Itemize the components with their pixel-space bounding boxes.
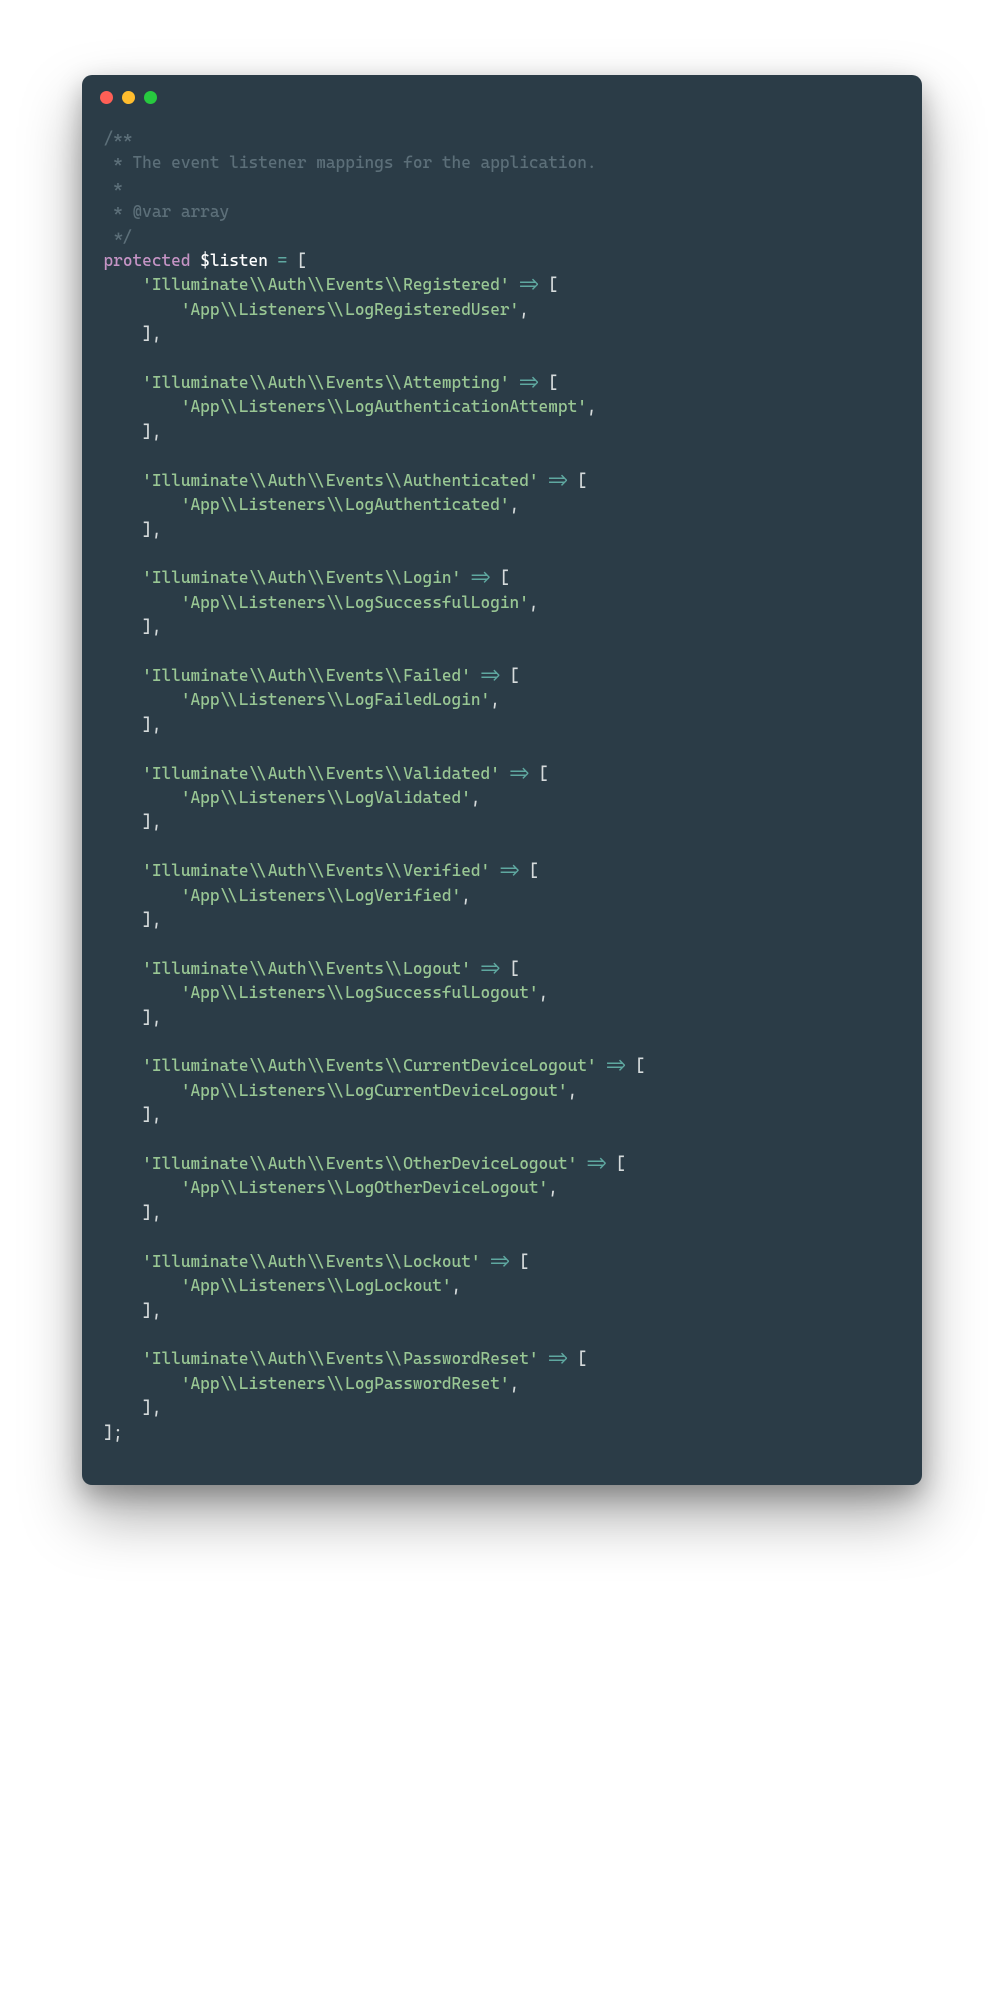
blank-line: [104, 932, 900, 956]
close-icon[interactable]: [100, 91, 113, 104]
code-line: ],: [104, 322, 900, 346]
code-line: 'App\\Listeners\\LogValidated',: [104, 786, 900, 810]
blank-line: [104, 737, 900, 761]
code-line: 'App\\Listeners\\LogCurrentDeviceLogout'…: [104, 1079, 900, 1103]
blank-line: [104, 1323, 900, 1347]
code-line: ],: [104, 908, 900, 932]
blank-line: [104, 1128, 900, 1152]
window-titlebar: [82, 75, 922, 119]
code-line: 'Illuminate\\Auth\\Events\\Authenticated…: [104, 469, 900, 493]
code-line: 'Illuminate\\Auth\\Events\\Failed' => [: [104, 664, 900, 688]
code-line: 'App\\Listeners\\LogLockout',: [104, 1274, 900, 1298]
comment-line: *: [104, 176, 900, 200]
code-line: 'App\\Listeners\\LogSuccessfulLogin',: [104, 591, 900, 615]
code-line: 'App\\Listeners\\LogSuccessfulLogout',: [104, 981, 900, 1005]
code-line: ],: [104, 1103, 900, 1127]
code-line: 'App\\Listeners\\LogRegisteredUser',: [104, 298, 900, 322]
blank-line: [104, 444, 900, 468]
blank-line: [104, 1225, 900, 1249]
code-line: 'App\\Listeners\\LogVerified',: [104, 884, 900, 908]
code-line: 'App\\Listeners\\LogOtherDeviceLogout',: [104, 1176, 900, 1200]
code-line: ],: [104, 1201, 900, 1225]
comment-line: * The event listener mappings for the ap…: [104, 151, 900, 175]
code-line: 'Illuminate\\Auth\\Events\\Login' => [: [104, 566, 900, 590]
code-line: 'Illuminate\\Auth\\Events\\CurrentDevice…: [104, 1054, 900, 1078]
blank-line: [104, 347, 900, 371]
comment-line: */: [104, 225, 900, 249]
code-line: ],: [104, 420, 900, 444]
code-line: ],: [104, 1299, 900, 1323]
code-window: /** * The event listener mappings for th…: [82, 75, 922, 1485]
code-line: 'App\\Listeners\\LogAuthenticationAttemp…: [104, 395, 900, 419]
code-block: /** * The event listener mappings for th…: [82, 119, 922, 1485]
zoom-icon[interactable]: [144, 91, 157, 104]
code-line: 'Illuminate\\Auth\\Events\\Verified' => …: [104, 859, 900, 883]
blank-line: [104, 835, 900, 859]
code-line: ];: [104, 1421, 900, 1445]
comment-line: * @var array: [104, 200, 900, 224]
comment-line: /**: [104, 127, 900, 151]
code-line: protected $listen = [: [104, 249, 900, 273]
code-line: 'Illuminate\\Auth\\Events\\Attempting' =…: [104, 371, 900, 395]
code-line: ],: [104, 810, 900, 834]
blank-line: [104, 1030, 900, 1054]
code-line: 'Illuminate\\Auth\\Events\\PasswordReset…: [104, 1347, 900, 1371]
code-line: 'Illuminate\\Auth\\Events\\Lockout' => [: [104, 1250, 900, 1274]
code-line: ],: [104, 615, 900, 639]
code-line: ],: [104, 713, 900, 737]
code-line: 'Illuminate\\Auth\\Events\\Logout' => [: [104, 957, 900, 981]
code-line: ],: [104, 1006, 900, 1030]
blank-line: [104, 542, 900, 566]
code-line: ],: [104, 518, 900, 542]
code-line: 'App\\Listeners\\LogAuthenticated',: [104, 493, 900, 517]
code-line: 'App\\Listeners\\LogFailedLogin',: [104, 688, 900, 712]
minimize-icon[interactable]: [122, 91, 135, 104]
code-line: ],: [104, 1396, 900, 1420]
blank-line: [104, 640, 900, 664]
code-line: 'Illuminate\\Auth\\Events\\Registered' =…: [104, 273, 900, 297]
code-line: 'Illuminate\\Auth\\Events\\Validated' =>…: [104, 762, 900, 786]
code-line: 'Illuminate\\Auth\\Events\\OtherDeviceLo…: [104, 1152, 900, 1176]
code-line: 'App\\Listeners\\LogPasswordReset',: [104, 1372, 900, 1396]
